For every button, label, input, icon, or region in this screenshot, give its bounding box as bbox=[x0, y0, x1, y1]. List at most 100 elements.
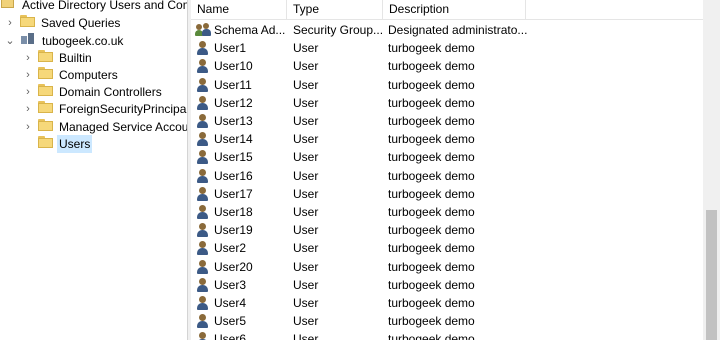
column-header-name[interactable]: Name bbox=[191, 0, 287, 20]
table-row[interactable]: User16 User turbogeek demo bbox=[191, 167, 701, 185]
cell-type: User bbox=[293, 150, 319, 165]
tree-item-builtin[interactable]: › Builtin bbox=[22, 49, 94, 67]
table-row[interactable]: User11 User turbogeek demo bbox=[191, 76, 701, 94]
chevron-right-icon[interactable]: › bbox=[22, 83, 34, 101]
cell-type: User bbox=[293, 277, 319, 292]
chevron-right-icon[interactable]: › bbox=[22, 100, 34, 118]
table-row[interactable]: User3 User turbogeek demo bbox=[191, 276, 701, 294]
tree-item-label: Computers bbox=[59, 68, 118, 82]
chevron-down-icon[interactable]: ⌄ bbox=[4, 32, 16, 50]
table-row[interactable]: User4 User turbogeek demo bbox=[191, 294, 701, 312]
table-row[interactable]: User2 User turbogeek demo bbox=[191, 239, 701, 257]
cell-type: User bbox=[293, 41, 319, 56]
cell-name-text: User10 bbox=[214, 59, 253, 74]
cell-name: User12 bbox=[195, 94, 287, 112]
cell-type: User bbox=[293, 95, 319, 110]
cell-name-text: User18 bbox=[214, 205, 253, 219]
cell-type: User bbox=[293, 77, 319, 92]
table-row[interactable]: User17 User turbogeek demo bbox=[191, 185, 701, 203]
tree-item-managed-service-accounts[interactable]: › Managed Service Accour bbox=[22, 118, 187, 136]
cell-description: turbogeek demo bbox=[388, 150, 475, 165]
cell-type: User bbox=[293, 186, 319, 201]
table-row[interactable]: User10 User turbogeek demo bbox=[191, 57, 701, 75]
chevron-right-icon[interactable]: › bbox=[22, 49, 34, 67]
cell-name-text: User5 bbox=[214, 314, 247, 329]
cell-name-text: User17 bbox=[214, 186, 253, 201]
chevron-right-icon[interactable]: › bbox=[22, 118, 34, 136]
tree-item-users[interactable]: Users bbox=[22, 135, 93, 153]
table-row[interactable]: User20 User turbogeek demo bbox=[191, 258, 701, 276]
table-row[interactable]: Schema Ad... Security Group... Designated … bbox=[191, 21, 701, 39]
tree-item-foreign-security-principals[interactable]: › ForeignSecurityPrincipals bbox=[22, 100, 187, 118]
cell-type: User bbox=[293, 114, 319, 128]
cell-name-text: Schema Ad... bbox=[214, 23, 286, 37]
folder-icon bbox=[38, 83, 53, 101]
cell-name-text: User11 bbox=[214, 77, 252, 92]
cell-type: User bbox=[293, 296, 319, 310]
user-icon bbox=[195, 240, 211, 256]
tree-item-computers[interactable]: › Computers bbox=[22, 66, 120, 84]
table-row[interactable]: User6 User turbogeek demo bbox=[191, 330, 701, 340]
tree-item-saved-queries[interactable]: › Saved Queries bbox=[4, 14, 122, 32]
cell-type: User bbox=[293, 205, 319, 219]
folder-icon bbox=[38, 135, 53, 153]
cell-name: Schema Ad... bbox=[195, 21, 287, 39]
user-icon bbox=[195, 259, 211, 275]
table-row[interactable]: User13 User turbogeek demo bbox=[191, 112, 701, 130]
tree-item-label: Saved Queries bbox=[41, 16, 121, 30]
cell-description: turbogeek demo bbox=[388, 168, 475, 183]
user-icon bbox=[195, 204, 211, 220]
table-row[interactable]: User18 User turbogeek demo bbox=[191, 203, 701, 221]
cell-name: User10 bbox=[195, 57, 287, 75]
table-row[interactable]: User19 User turbogeek demo bbox=[191, 221, 701, 239]
cell-name-text: User20 bbox=[214, 259, 253, 274]
cell-name-text: User3 bbox=[214, 277, 247, 292]
cell-name: User20 bbox=[195, 258, 287, 276]
chevron-right-icon[interactable]: › bbox=[4, 14, 16, 32]
cell-type: User bbox=[293, 223, 319, 238]
cell-type: User bbox=[293, 168, 319, 183]
tree-item-domain[interactable]: ⌄ tubogeek.co.uk bbox=[4, 32, 125, 50]
user-icon bbox=[195, 149, 211, 165]
table-row[interactable]: User15 User turbogeek demo bbox=[191, 148, 701, 166]
cell-name-text: User14 bbox=[214, 132, 253, 147]
tree-root-label: Active Directory Users and Com bbox=[22, 0, 187, 12]
details-list: Name Type Description Schema Ad... Securi… bbox=[191, 0, 720, 340]
cell-type: User bbox=[293, 332, 319, 340]
cell-description: turbogeek demo bbox=[388, 314, 475, 329]
cell-type: User bbox=[293, 59, 319, 74]
console-tree: Active Directory Users and Com › Saved Q… bbox=[0, 0, 187, 340]
table-row[interactable]: User12 User turbogeek demo bbox=[191, 94, 701, 112]
folder-icon bbox=[38, 100, 53, 118]
chevron-right-icon[interactable]: › bbox=[22, 66, 34, 84]
user-icon bbox=[195, 131, 211, 147]
tree-item-domain-controllers[interactable]: › Domain Controllers bbox=[22, 83, 164, 101]
tree-item-label: Managed Service Accour bbox=[59, 120, 187, 134]
user-icon bbox=[195, 95, 211, 111]
user-icon bbox=[195, 40, 211, 56]
table-row[interactable]: User14 User turbogeek demo bbox=[191, 130, 701, 148]
scrollbar-thumb[interactable] bbox=[706, 210, 717, 340]
tree-root[interactable]: Active Directory Users and Com bbox=[0, 0, 187, 14]
folder-icon bbox=[38, 118, 53, 136]
cell-name: User15 bbox=[195, 148, 287, 166]
user-icon bbox=[195, 222, 211, 238]
cell-name: User17 bbox=[195, 185, 287, 203]
cell-type: User bbox=[293, 241, 319, 256]
table-row[interactable]: User5 User turbogeek demo bbox=[191, 312, 701, 330]
cell-name-text: User4 bbox=[214, 296, 247, 310]
user-icon bbox=[195, 295, 211, 311]
column-header-description[interactable]: Description bbox=[383, 0, 526, 20]
cell-name: User14 bbox=[195, 130, 287, 148]
folder-icon bbox=[38, 66, 53, 84]
folder-icon bbox=[20, 14, 35, 32]
vertical-scrollbar[interactable] bbox=[703, 0, 720, 340]
user-icon bbox=[195, 277, 211, 293]
cell-name: User4 bbox=[195, 294, 287, 312]
cell-description: turbogeek demo bbox=[388, 259, 475, 274]
table-row[interactable]: User1 User turbogeek demo bbox=[191, 39, 701, 57]
cell-description: turbogeek demo bbox=[388, 296, 475, 310]
column-header-type[interactable]: Type bbox=[287, 0, 383, 20]
tree-item-label: Domain Controllers bbox=[59, 85, 162, 99]
cell-description: turbogeek demo bbox=[388, 114, 475, 128]
